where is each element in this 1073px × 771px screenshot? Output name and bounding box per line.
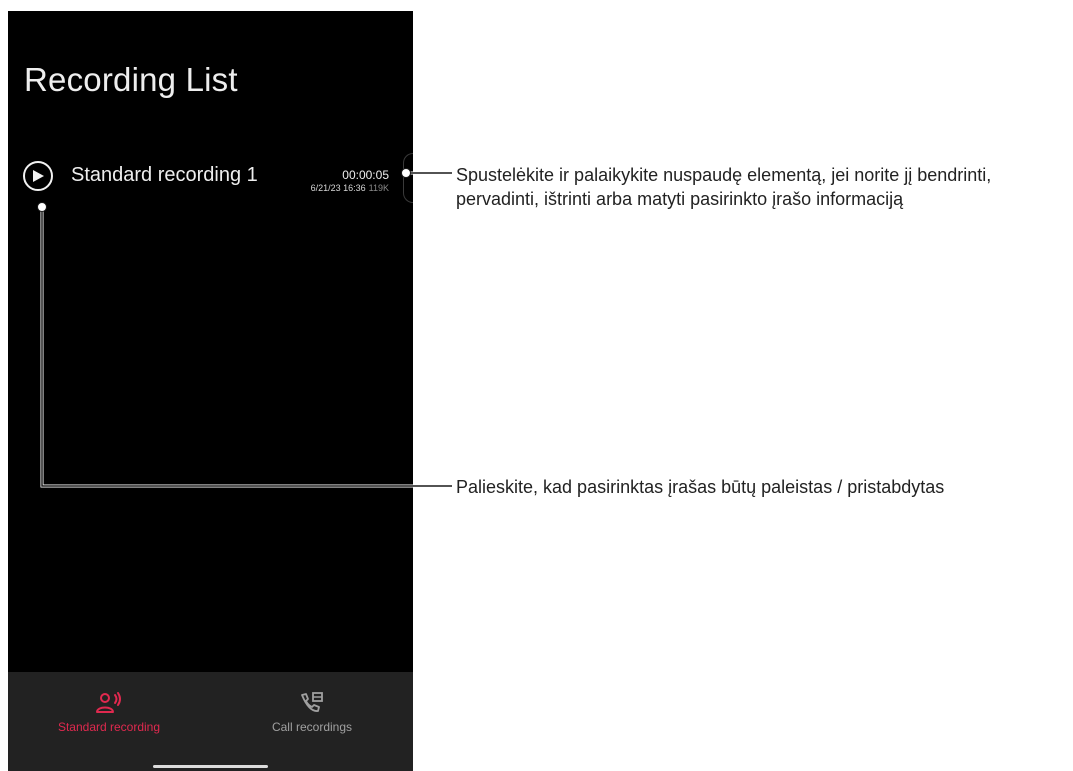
callout-play-pause: Palieskite, kad pasirinktas įrašas būtų … [456,477,945,497]
stage: Recording List Standard recording 1 00:0… [0,0,1073,771]
callout-line-long-press [401,168,452,178]
callout-long-press: Spustelėkite ir palaikykite nuspaudę ele… [456,165,992,209]
callout-lines [37,168,452,488]
callout-line-play [37,202,452,488]
